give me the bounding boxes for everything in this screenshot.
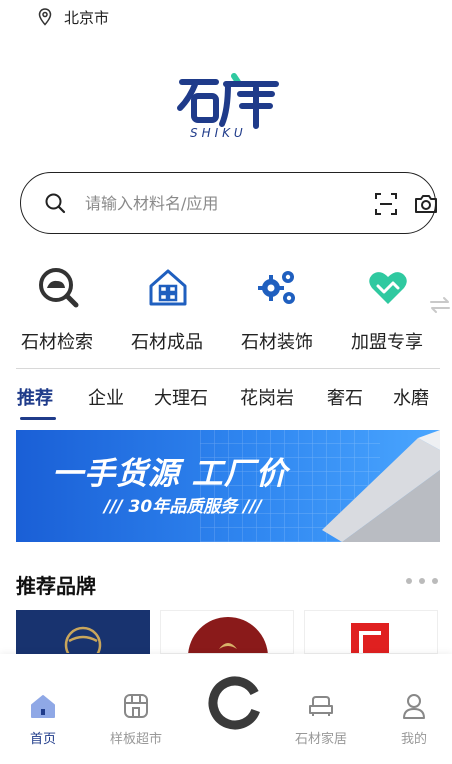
search-input[interactable]: [85, 189, 345, 217]
brand-logo-image: [351, 623, 389, 653]
active-tab-indicator: [20, 417, 56, 420]
store-icon: [124, 694, 148, 718]
search-bar[interactable]: [20, 172, 439, 234]
search-icon: [45, 193, 66, 214]
nav-label: 首页: [29, 732, 56, 747]
nav-stone-home[interactable]: 石材家居: [283, 690, 359, 750]
tab-granite[interactable]: 花岗岩: [240, 384, 294, 410]
camera-icon[interactable]: [413, 191, 439, 217]
category-label: 石材成品: [131, 332, 203, 353]
home-icon: [31, 695, 55, 718]
sofa-icon: [309, 696, 333, 716]
tab-recommend[interactable]: 推荐: [17, 384, 53, 410]
stone-slab-image: [322, 430, 440, 542]
swap-arrows-icon[interactable]: [428, 296, 452, 314]
category-stone-products[interactable]: 石材成品: [112, 262, 222, 358]
brand-list: [0, 610, 452, 654]
tab-marble[interactable]: 大理石: [154, 384, 208, 410]
tab-enterprise[interactable]: 企业: [88, 384, 124, 410]
nav-profile[interactable]: 我的: [376, 690, 452, 750]
brand-card[interactable]: [160, 610, 294, 654]
logo-subtitle: SHIKU: [190, 126, 247, 140]
nav-label: 我的: [400, 732, 427, 747]
brands-section-title: 推荐品牌: [16, 574, 96, 598]
banner-subline: /// 30年品质服务 ///: [104, 497, 262, 517]
category-label: 石材检索: [21, 332, 93, 353]
nav-label: 石材家居: [294, 732, 347, 747]
heart-handshake-icon: [369, 272, 407, 304]
brand-logo-image: [188, 617, 268, 653]
app-logo: SHIKU: [176, 72, 280, 144]
bottom-nav: 首页 样板超市 石材家居 我的: [0, 654, 452, 764]
category-stone-decoration[interactable]: 石材装饰: [222, 262, 332, 358]
nav-label: 样板超市: [109, 732, 162, 747]
tab-terrazzo[interactable]: 水磨: [393, 384, 429, 410]
promo-banner[interactable]: 一手货源 工厂价 /// 30年品质服务 ///: [16, 430, 440, 542]
category-grid: 石材检索 石材成品 石材装饰 加盟专享: [0, 262, 452, 362]
location-pin-icon: [36, 8, 54, 26]
location-city: 北京市: [64, 8, 110, 27]
brand-card[interactable]: [304, 610, 438, 654]
nav-store[interactable]: 样板超市: [98, 690, 174, 750]
center-logo-icon: [208, 676, 262, 730]
gears-icon: [258, 271, 295, 304]
category-franchise[interactable]: 加盟专享: [332, 262, 442, 358]
tab-luxury-stone[interactable]: 奢石: [327, 384, 363, 410]
nav-home[interactable]: 首页: [5, 690, 81, 750]
location-selector[interactable]: 北京市: [36, 6, 109, 28]
brand-card[interactable]: [16, 610, 150, 654]
category-label: 加盟专享: [351, 332, 423, 353]
category-tabs: 推荐 企业 大理石 花岗岩 奢石 水磨: [0, 380, 452, 424]
brand-logo-image: [64, 626, 102, 653]
scan-icon[interactable]: [373, 191, 399, 217]
category-label: 石材装饰: [241, 332, 313, 353]
more-icon[interactable]: [406, 578, 438, 584]
center-logo-button[interactable]: [206, 674, 264, 732]
banner-headline: 一手货源 工厂价: [52, 456, 288, 492]
stone-search-icon: [39, 268, 79, 308]
logo-wordmark: [177, 73, 279, 129]
category-stone-search[interactable]: 石材检索: [2, 262, 112, 358]
house-grid-icon: [149, 269, 187, 306]
user-icon: [403, 694, 425, 719]
section-divider: [16, 368, 440, 369]
